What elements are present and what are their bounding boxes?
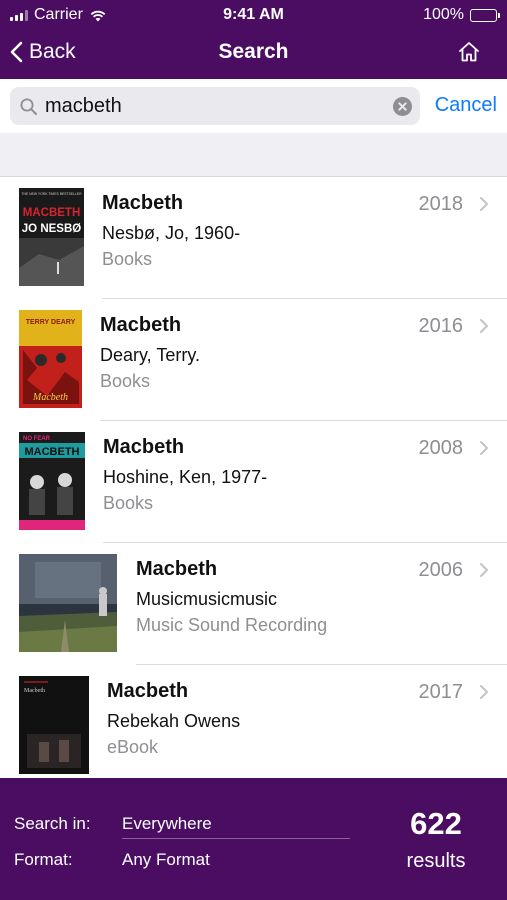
chevron-right-icon [480, 197, 488, 211]
cover-author: JO NESBØ [22, 223, 81, 235]
result-year: 2018 [418, 193, 464, 215]
search-icon [20, 98, 37, 115]
nav-bar: Back Search [0, 30, 507, 79]
result-format: Books [102, 249, 153, 269]
result-author: Hoshine, Ken, 1977- [103, 467, 268, 487]
cover-top-text: TERRY DEARY [26, 319, 76, 326]
result-author: Musicmusicmusic [136, 589, 278, 609]
list-item[interactable]: NO FEAR MACBETH Macbeth Hoshine, Ken, 19… [0, 421, 507, 543]
status-bar: Carrier 9:41 AM 100% [0, 0, 507, 30]
search-field[interactable] [10, 87, 420, 125]
cover-title: Macbeth [24, 688, 45, 694]
list-item[interactable]: Macbeth Musicmusicmusic Music Sound Reco… [0, 543, 507, 665]
results-count-label: results [406, 850, 466, 872]
search-in-selector[interactable]: Everywhere [122, 814, 212, 834]
section-spacer [0, 133, 507, 177]
result-format: Music Sound Recording [136, 615, 328, 635]
chevron-right-icon [480, 685, 488, 699]
list-item[interactable]: TERRY DEARY Macbeth Macbeth Deary, Terry… [0, 299, 507, 421]
chevron-right-icon [480, 563, 488, 577]
battery-percent: 100% [423, 6, 464, 23]
battery-icon [470, 8, 500, 22]
result-format: eBook [107, 737, 159, 757]
book-cover: TERRY DEARY Macbeth [19, 310, 82, 408]
result-title: Macbeth [102, 192, 184, 214]
search-bar: Cancel [0, 79, 507, 133]
cover-top-text: NO FEAR [23, 436, 51, 442]
search-footer: Search in: Everywhere Format: Any Format… [0, 778, 507, 900]
cover-title: MACBETH [25, 446, 80, 458]
result-year: 2008 [418, 437, 464, 459]
list-item[interactable]: THE NEW YORK TIMES BESTSELLER MACBETH JO… [0, 177, 507, 299]
album-cover [19, 554, 117, 652]
search-input[interactable] [45, 91, 385, 121]
list-item[interactable]: Macbeth Macbeth Rebekah Owens eBook 2017 [0, 665, 507, 782]
result-year: 2006 [418, 559, 464, 581]
result-title: Macbeth [100, 314, 182, 336]
book-cover: Macbeth [19, 676, 89, 774]
cancel-button[interactable]: Cancel [435, 94, 497, 117]
page-title: Search [218, 40, 289, 63]
result-author: Deary, Terry. [100, 345, 201, 365]
cover-title: MACBETH [23, 207, 81, 219]
result-year: 2017 [418, 681, 464, 703]
result-author: Nesbø, Jo, 1960- [102, 223, 241, 243]
home-icon[interactable] [457, 40, 481, 64]
result-title: Macbeth [136, 558, 218, 580]
header: Carrier 9:41 AM 100% Back Search [0, 0, 507, 79]
result-format: Books [103, 493, 154, 513]
cover-title: Macbeth [32, 392, 68, 403]
cover-top-text: THE NEW YORK TIMES BESTSELLER [21, 192, 82, 196]
clear-search-icon[interactable] [393, 97, 412, 116]
result-author: Rebekah Owens [107, 711, 241, 731]
result-title: Macbeth [107, 680, 189, 702]
result-title: Macbeth [103, 436, 185, 458]
result-year: 2016 [418, 315, 464, 337]
format-label: Format: [14, 850, 73, 869]
search-in-label: Search in: [14, 814, 91, 833]
book-cover: NO FEAR MACBETH [19, 432, 85, 530]
chevron-right-icon [480, 319, 488, 333]
footer-divider [122, 838, 350, 839]
results-count: 622 [410, 806, 462, 841]
book-cover: THE NEW YORK TIMES BESTSELLER MACBETH JO… [19, 188, 84, 286]
results-list: THE NEW YORK TIMES BESTSELLER MACBETH JO… [0, 177, 507, 782]
chevron-right-icon [480, 441, 488, 455]
result-format: Books [100, 371, 151, 391]
format-selector[interactable]: Any Format [122, 850, 210, 870]
